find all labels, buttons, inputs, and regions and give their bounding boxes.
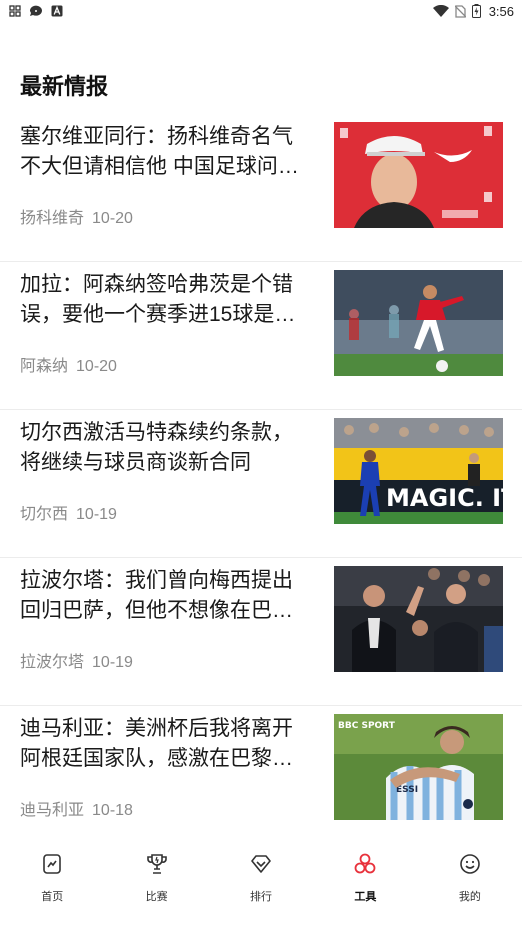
nav-item-matches[interactable]: 比赛	[104, 836, 208, 930]
apps-grid-icon	[9, 5, 21, 17]
status-right: 3:56	[432, 3, 514, 19]
news-tag: 拉波尔塔	[20, 654, 85, 671]
news-meta: 迪马利亚 10-18	[20, 796, 133, 820]
news-title[interactable]: 迪马利亚：美洲杯后我将离开阿根廷国家队，感激在巴黎…	[20, 714, 312, 774]
board-text: MAGIC. IT	[386, 484, 503, 512]
section-title: 最新情报	[20, 74, 109, 99]
news-meta: 拉波尔塔 10-19	[20, 648, 133, 672]
news-text: 切尔西激活马特森续约条款，将继续与球员商谈新合同	[20, 418, 312, 478]
nav-item-home[interactable]: 首页	[0, 836, 104, 930]
news-tag: 切尔西	[20, 506, 69, 523]
news-title[interactable]: 切尔西激活马特森续约条款，将继续与球员商谈新合同	[20, 418, 312, 478]
a-box-icon	[51, 5, 63, 17]
news-item[interactable]: 切尔西激活马特森续约条款，将继续与球员商谈新合同 切尔西 10-19 MAGIC.…	[0, 410, 522, 558]
nav-item-ranking[interactable]: 排行	[209, 836, 313, 930]
news-tag: 阿森纳	[20, 358, 69, 375]
news-text: 加拉：阿森纳签哈弗茨是个错误，要他一个赛季进15球是…	[20, 270, 312, 330]
news-title[interactable]: 加拉：阿森纳签哈弗茨是个错误，要他一个赛季进15球是…	[20, 270, 312, 330]
messi-dimaria-image: BBC SPORT ESSI	[334, 714, 503, 820]
coach-portrait-image	[334, 122, 503, 228]
news-date: 10-20	[92, 210, 133, 227]
news-thumbnail[interactable]	[334, 270, 503, 376]
news-list: 塞尔维亚同行：扬科维奇名气不大但请相信他 中国足球问… 扬科维奇 10-20 加拉…	[0, 114, 522, 854]
news-date: 10-19	[76, 506, 117, 523]
news-tag: 迪马利亚	[20, 802, 85, 819]
nav-label: 工具	[354, 891, 377, 903]
news-date: 10-18	[92, 802, 133, 819]
news-thumbnail[interactable]: BBC SPORT ESSI	[334, 714, 503, 820]
news-thumbnail[interactable]	[334, 566, 503, 672]
status-left	[9, 5, 63, 17]
news-meta: 切尔西 10-19	[20, 500, 117, 524]
home-chart-icon	[43, 854, 62, 874]
bottom-nav: 首页 比赛 排行 工具 我的	[0, 836, 522, 930]
tools-circles-icon	[355, 853, 376, 874]
news-title[interactable]: 塞尔维亚同行：扬科维奇名气不大但请相信他 中国足球问…	[20, 122, 312, 182]
news-text: 迪马利亚：美洲杯后我将离开阿根廷国家队，感激在巴黎…	[20, 714, 312, 774]
news-date: 10-19	[92, 654, 133, 671]
news-meta: 扬科维奇 10-20	[20, 204, 133, 228]
wifi-icon	[432, 5, 449, 17]
trophy-icon	[146, 854, 167, 874]
nav-label: 首页	[41, 891, 64, 903]
chelsea-player-image: MAGIC. IT	[334, 418, 503, 524]
nav-label: 我的	[458, 891, 481, 903]
no-sim-icon	[454, 4, 466, 18]
news-date: 10-20	[76, 358, 117, 375]
nav-item-tools[interactable]: 工具	[313, 836, 417, 930]
diamond-badge-icon	[251, 855, 271, 873]
news-text: 拉波尔塔：我们曾向梅西提出回归巴萨，但他不想像在巴…	[20, 566, 312, 626]
news-thumbnail[interactable]: MAGIC. IT	[334, 418, 503, 524]
status-bar: 3:56	[0, 0, 522, 22]
news-item[interactable]: 塞尔维亚同行：扬科维奇名气不大但请相信他 中国足球问… 扬科维奇 10-20	[0, 114, 522, 262]
news-text: 塞尔维亚同行：扬科维奇名气不大但请相信他 中国足球问…	[20, 122, 312, 182]
news-meta: 阿森纳 10-20	[20, 352, 117, 376]
clock: 3:56	[488, 3, 514, 19]
news-title[interactable]: 拉波尔塔：我们曾向梅西提出回归巴萨，但他不想像在巴…	[20, 566, 312, 626]
message-icon	[29, 5, 42, 17]
news-item[interactable]: 加拉：阿森纳签哈弗茨是个错误，要他一个赛季进15球是… 阿森纳 10-20	[0, 262, 522, 410]
news-thumbnail[interactable]	[334, 122, 503, 228]
arsenal-player-image	[334, 270, 503, 376]
nav-item-mine[interactable]: 我的	[418, 836, 522, 930]
news-item[interactable]: 迪马利亚：美洲杯后我将离开阿根廷国家队，感激在巴黎… 迪马利亚 10-18 BBC…	[0, 706, 522, 854]
smiley-icon	[460, 854, 480, 874]
news-item[interactable]: 拉波尔塔：我们曾向梅西提出回归巴萨，但他不想像在巴… 拉波尔塔 10-19	[0, 558, 522, 706]
nav-label: 排行	[250, 891, 273, 903]
battery-icon	[471, 4, 481, 18]
nav-label: 比赛	[145, 891, 168, 903]
news-tag: 扬科维奇	[20, 210, 85, 227]
laporta-stands-image	[334, 566, 503, 672]
svg-text:ESSI: ESSI	[396, 785, 418, 795]
bbc-sport-logo: BBC SPORT	[338, 721, 396, 731]
